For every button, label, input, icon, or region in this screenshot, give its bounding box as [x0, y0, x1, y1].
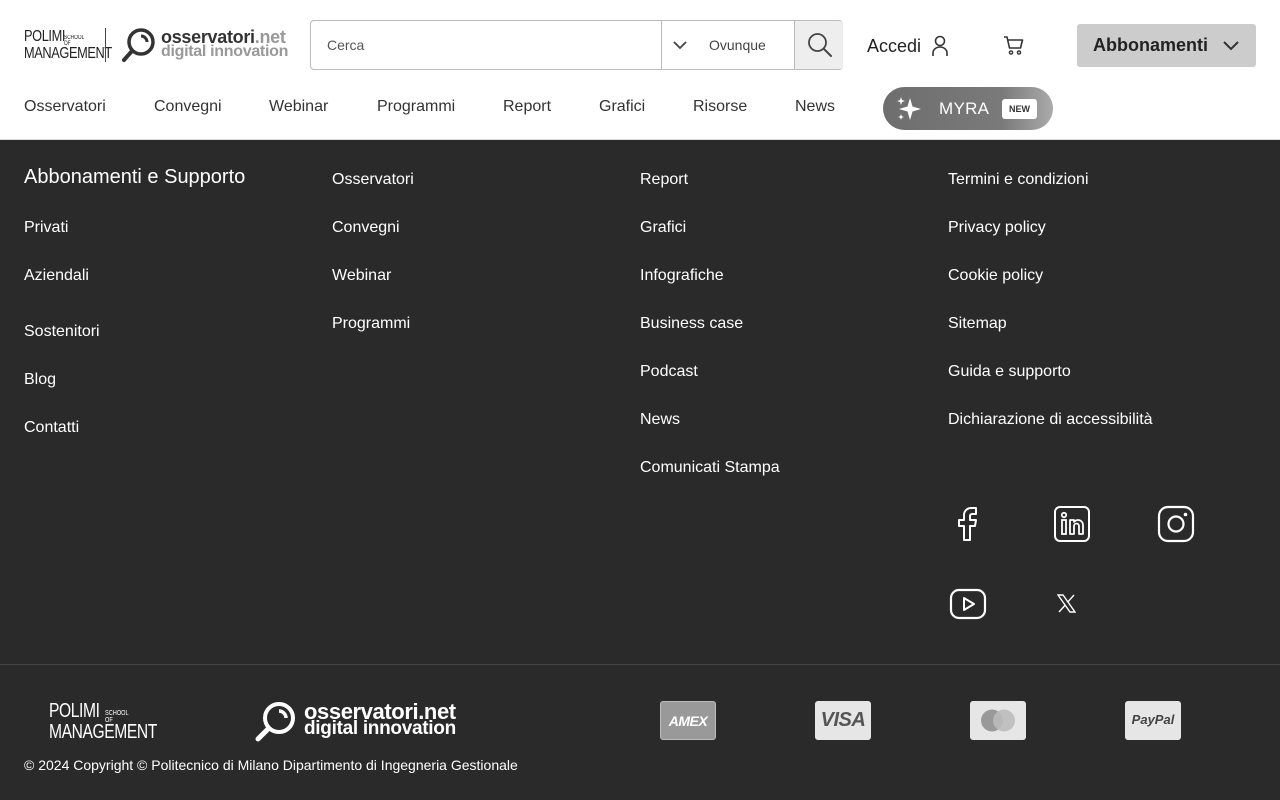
amex-card-icon: AMEX: [660, 701, 716, 740]
chevron-down-icon: [673, 41, 687, 50]
footer-link-webinar[interactable]: Webinar: [332, 267, 391, 285]
footer-link-blog[interactable]: Blog: [24, 371, 56, 389]
footer-polimi-logo[interactable]: POLIMI SCHOOL OF MANAGEMENT: [49, 700, 157, 744]
subscriptions-label: Abbonamenti: [1093, 35, 1208, 55]
login-label: Accedi: [867, 35, 922, 56]
copyright-text: © 2024 Copyright © Politecnico di Milano…: [24, 757, 518, 773]
osservatori-logo[interactable]: osservatori.net digital innovation: [122, 27, 292, 63]
nav-item-grafici[interactable]: Grafici: [599, 98, 645, 116]
nav-item-risorse[interactable]: Risorse: [693, 98, 747, 116]
footer-link-business-case[interactable]: Business case: [640, 315, 743, 333]
footer-link-programmi[interactable]: Programmi: [332, 315, 410, 333]
visa-card-icon: VISA: [815, 701, 871, 740]
footer-link-podcast[interactable]: Podcast: [640, 363, 698, 381]
polimi-logo[interactable]: POLIMI SCHOOL OF MANAGEMENT: [24, 28, 112, 64]
footer-link-termini[interactable]: Termini e condizioni: [948, 171, 1089, 189]
osservatori-logo-tagline: digital innovation: [161, 43, 289, 60]
footer-link-convegni[interactable]: Convegni: [332, 219, 400, 237]
user-icon: [932, 35, 948, 56]
cart-icon[interactable]: [1003, 34, 1025, 56]
search-bar: Ovunque: [310, 20, 843, 70]
site-header: POLIMI SCHOOL OF MANAGEMENT osservatori.…: [0, 0, 1280, 140]
footer-col1-title: Abbonamenti e Supporto: [24, 166, 246, 188]
youtube-icon[interactable]: [949, 588, 987, 620]
myra-label: MYRA: [939, 99, 990, 118]
footer-link-sitemap[interactable]: Sitemap: [948, 315, 1007, 333]
facebook-icon[interactable]: [950, 505, 986, 543]
new-badge: NEW: [1002, 99, 1037, 119]
amex-label: AMEX: [668, 713, 708, 729]
footer-osservatori-logo[interactable]: osservatori.net digital innovation: [255, 699, 465, 742]
polimi-logo-line2: MANAGEMENT: [24, 45, 112, 62]
nav-item-osservatori[interactable]: Osservatori: [24, 98, 106, 116]
myra-button[interactable]: MYRA NEW: [883, 87, 1053, 130]
footer-link-osservatori[interactable]: Osservatori: [332, 171, 414, 189]
footer-link-news[interactable]: News: [640, 411, 680, 429]
search-input[interactable]: [312, 22, 660, 68]
instagram-icon[interactable]: [1157, 505, 1195, 543]
footer-link-grafici[interactable]: Grafici: [640, 219, 686, 237]
footer-polimi-line1: POLIMI: [49, 700, 100, 722]
magnifier-logo-icon: [255, 702, 295, 742]
paypal-label: PayPal: [1131, 712, 1175, 727]
footer-link-privati[interactable]: Privati: [24, 219, 68, 237]
footer-link-accessibilita[interactable]: Dichiarazione di accessibilità: [948, 411, 1153, 429]
sparkles-icon: [897, 97, 921, 120]
nav-item-report[interactable]: Report: [503, 98, 551, 116]
x-icon[interactable]: [1057, 594, 1076, 613]
chevron-down-icon: [1223, 40, 1239, 50]
nav-item-webinar[interactable]: Webinar: [269, 98, 328, 116]
mastercard-circles-icon: [981, 709, 1015, 732]
search-icon: [808, 33, 832, 57]
footer-link-infografiche[interactable]: Infografiche: [640, 267, 724, 285]
magnifier-logo-icon: [122, 28, 155, 62]
polimi-logo-line1: POLIMI: [24, 28, 65, 45]
search-button[interactable]: [794, 21, 843, 69]
nav-item-programmi[interactable]: Programmi: [377, 98, 455, 116]
logo-divider: [105, 28, 106, 62]
footer-link-report[interactable]: Report: [640, 171, 688, 189]
footer-link-guida[interactable]: Guida e supporto: [948, 363, 1071, 381]
subscriptions-button[interactable]: Abbonamenti: [1077, 24, 1256, 67]
visa-label: VISA: [820, 709, 866, 731]
search-scope-label: Ovunque: [709, 37, 766, 53]
nav-item-news[interactable]: News: [795, 98, 835, 116]
footer-link-privacy[interactable]: Privacy policy: [948, 219, 1046, 237]
footer-link-contatti[interactable]: Contatti: [24, 419, 79, 437]
search-scope-dropdown[interactable]: Ovunque: [661, 21, 794, 69]
footer-polimi-line2: MANAGEMENT: [49, 721, 157, 743]
paypal-icon: PayPal: [1125, 701, 1181, 740]
footer-link-sostenitori[interactable]: Sostenitori: [24, 323, 100, 341]
login-link[interactable]: Accedi: [867, 34, 949, 58]
footer-link-comunicati-stampa[interactable]: Comunicati Stampa: [640, 459, 780, 477]
footer-link-cookie[interactable]: Cookie policy: [948, 267, 1043, 285]
footer-osservatori-tagline: digital innovation: [304, 718, 456, 739]
footer-link-aziendali[interactable]: Aziendali: [24, 267, 89, 285]
nav-item-convegni[interactable]: Convegni: [154, 98, 222, 116]
mastercard-icon: [970, 701, 1026, 740]
linkedin-icon[interactable]: [1053, 505, 1091, 543]
footer-divider: [0, 664, 1280, 665]
